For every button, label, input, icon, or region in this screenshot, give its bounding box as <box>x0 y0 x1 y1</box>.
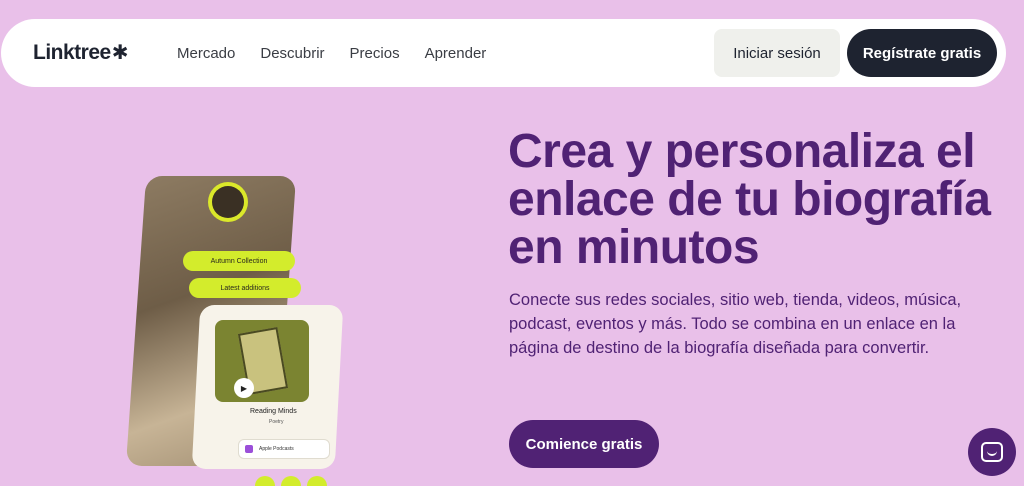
card-title: Reading Minds <box>250 408 297 415</box>
hero-title: Crea y personaliza el enlace de tu biogr… <box>508 125 991 274</box>
card-subtitle: Poetry <box>269 419 284 425</box>
link-pill-latest: Latest additions <box>189 278 301 298</box>
nav-link-mercado[interactable]: Mercado <box>177 45 235 62</box>
nav-link-precios[interactable]: Precios <box>350 45 400 62</box>
chat-icon <box>981 442 1003 462</box>
nav-link-descubrir[interactable]: Descubrir <box>260 45 324 62</box>
linktree-logo[interactable]: Linktree ✱ <box>33 41 128 65</box>
top-nav: Linktree ✱ Mercado Descubrir Precios Apr… <box>1 19 1006 87</box>
nav-links: Mercado Descubrir Precios Aprender <box>177 45 511 62</box>
profile-avatar <box>208 182 248 222</box>
login-button[interactable]: Iniciar sesión <box>714 29 840 77</box>
nav-link-aprender[interactable]: Aprender <box>425 45 487 62</box>
logo-star-icon: ✱ <box>111 42 129 64</box>
social-icons-row <box>255 476 327 486</box>
logo-text: Linktree <box>33 41 111 64</box>
social-icon <box>307 476 327 486</box>
social-icon <box>255 476 275 486</box>
start-free-button[interactable]: Comience gratis <box>509 420 659 468</box>
link-pill-autumn: Autumn Collection <box>183 251 295 271</box>
apple-podcasts-link: Apple Podcasts <box>238 439 330 459</box>
podcast-icon <box>245 445 253 453</box>
chat-button[interactable] <box>968 428 1016 476</box>
play-icon: ▶ <box>234 378 254 398</box>
signup-button[interactable]: Regístrate gratis <box>847 29 997 77</box>
social-icon <box>281 476 301 486</box>
hero-description: Conecte sus redes sociales, sitio web, t… <box>509 291 962 357</box>
apple-podcasts-label: Apple Podcasts <box>259 446 294 452</box>
